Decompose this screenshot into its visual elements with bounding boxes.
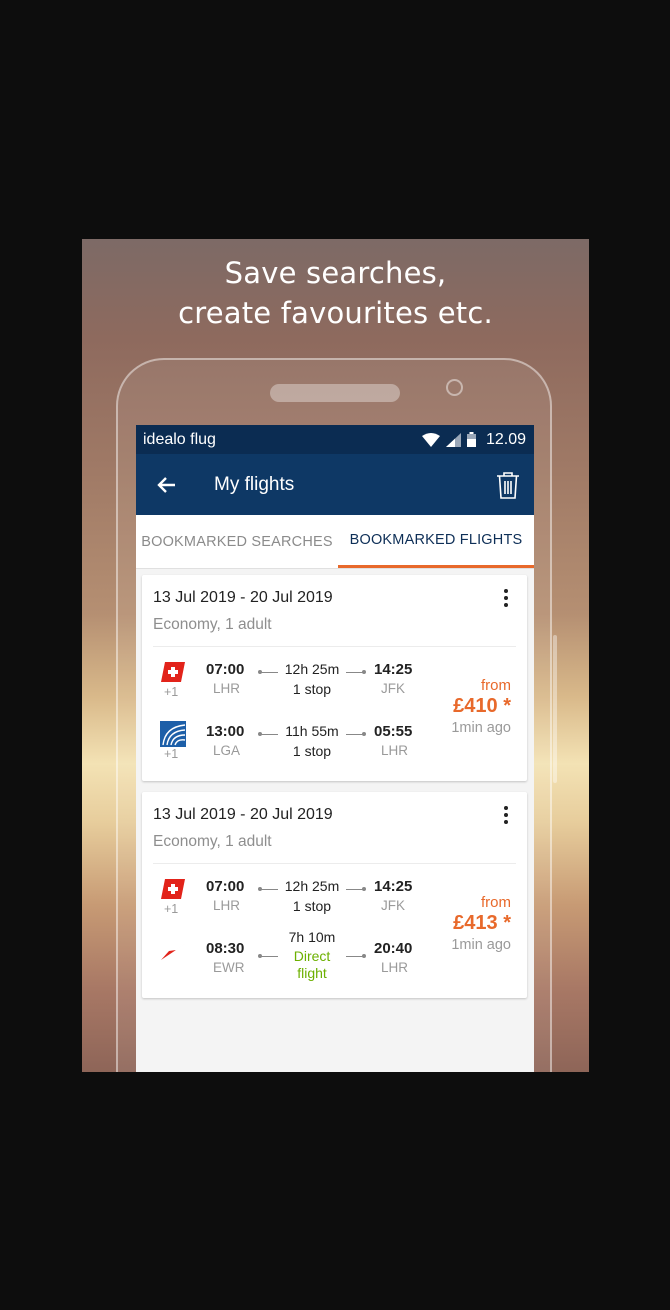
signal-icon [445, 432, 461, 447]
flight-duration: 11h 55m [285, 723, 339, 739]
phone-screen: idealo flug 12.09 My flights BOOKMARKED … [136, 425, 534, 1072]
tab-bookmarked-searches[interactable]: BOOKMARKED SEARCHES [136, 515, 338, 568]
arrival-airport: LHR [381, 960, 409, 975]
price-from-label: from [481, 894, 511, 911]
flight-stops: 1 stop [292, 743, 332, 759]
app-bar: My flights [136, 454, 534, 515]
trip-meta: Economy, 1 adult [153, 616, 272, 633]
route-line [346, 887, 366, 891]
airline-extra: +1 [164, 685, 179, 699]
flight-leg-return: +1 13:00 LGA 11h 55m 1 stop 05:55 LHR [142, 721, 432, 765]
departure-airport: LHR [213, 681, 241, 696]
price-updated: 1min ago [451, 720, 511, 736]
flight-duration: 12h 25m [284, 878, 340, 894]
flight-card[interactable]: 13 Jul 2019 - 20 Jul 2019 Economy, 1 adu… [142, 575, 527, 781]
trash-icon[interactable] [496, 471, 520, 499]
more-vert-icon[interactable] [504, 806, 509, 827]
route-line [346, 732, 366, 736]
trip-dates: 13 Jul 2019 - 20 Jul 2019 [153, 806, 333, 823]
wifi-icon [421, 432, 440, 447]
direct-line-2: flight [297, 965, 327, 981]
more-vert-icon[interactable] [504, 589, 509, 610]
route-line [258, 670, 278, 674]
departure-airport: LGA [213, 743, 241, 758]
trip-dates: 13 Jul 2019 - 20 Jul 2019 [153, 589, 333, 606]
flight-leg-outbound: +1 07:00 LHR 12h 25m 1 stop 14:25 JFK [142, 876, 432, 920]
price-value: £410 * [453, 695, 511, 717]
route-line [346, 670, 366, 674]
direct-line-1: Direct [293, 948, 331, 964]
departure-airport: LHR [213, 898, 241, 913]
arrival-time: 05:55 [374, 723, 413, 740]
headline-line-2: create favourites etc. [178, 296, 493, 330]
tab-bookmarked-flights[interactable]: BOOKMARKED FLIGHTS [338, 515, 534, 568]
arrival-airport: JFK [381, 898, 406, 913]
trip-meta: Economy, 1 adult [153, 833, 272, 850]
flight-direct: Direct flight [278, 948, 346, 982]
airline-extra: +1 [164, 747, 179, 761]
price-updated: 1min ago [451, 937, 511, 953]
arrival-airport: LHR [381, 743, 409, 758]
airline-extra: +1 [164, 902, 179, 916]
price-from-label: from [481, 677, 511, 694]
card-divider [153, 863, 516, 864]
battery-icon [466, 432, 476, 447]
arrival-time: 14:25 [374, 878, 413, 895]
swiss-logo-icon [161, 879, 185, 899]
phone-speaker [270, 384, 400, 402]
tab-bar: BOOKMARKED SEARCHES BOOKMARKED FLIGHTS [136, 515, 534, 569]
flight-stops: 1 stop [292, 681, 332, 697]
route-line [346, 954, 366, 958]
arrival-airport: JFK [381, 681, 406, 696]
price-box: from £413 * 1min ago [451, 894, 511, 953]
departure-airport: EWR [213, 960, 245, 975]
flight-card[interactable]: 13 Jul 2019 - 20 Jul 2019 Economy, 1 adu… [142, 792, 527, 998]
phone-camera [446, 379, 463, 396]
route-line [258, 954, 278, 958]
departure-time: 13:00 [206, 723, 245, 740]
flight-stops: 1 stop [292, 898, 332, 914]
price-box: from £410 * 1min ago [451, 677, 511, 736]
flight-leg-return: 08:30 EWR 7h 10m Direct flight 20:40 LHR [142, 929, 432, 982]
promo-headline: Save searches, create favourites etc. [82, 253, 589, 333]
arrival-time: 14:25 [374, 661, 413, 678]
arrow-left-icon[interactable] [156, 476, 176, 494]
card-divider [153, 646, 516, 647]
route-line [258, 732, 278, 736]
route-line [258, 887, 278, 891]
status-app-name: idealo flug [143, 430, 216, 448]
departure-time: 07:00 [206, 878, 245, 895]
departure-time: 08:30 [206, 940, 245, 957]
swiss-logo-icon [161, 662, 185, 682]
austrian-logo-icon [161, 944, 185, 960]
phone-side-button [553, 635, 557, 783]
price-value: £413 * [453, 912, 511, 934]
status-time: 12.09 [485, 430, 526, 448]
flight-leg-outbound: +1 07:00 LHR 12h 25m 1 stop 14:25 JFK [142, 659, 432, 703]
departure-time: 07:00 [206, 661, 245, 678]
arrival-time: 20:40 [374, 940, 413, 957]
page-title: My flights [214, 473, 295, 495]
headline-line-1: Save searches, [224, 256, 447, 290]
status-bar: idealo flug 12.09 [136, 425, 534, 454]
promo-panel: Save searches, create favourites etc. id… [82, 239, 589, 1072]
united-logo-icon [160, 721, 186, 747]
flight-duration: 12h 25m [284, 661, 340, 677]
flight-duration: 7h 10m [288, 929, 336, 945]
